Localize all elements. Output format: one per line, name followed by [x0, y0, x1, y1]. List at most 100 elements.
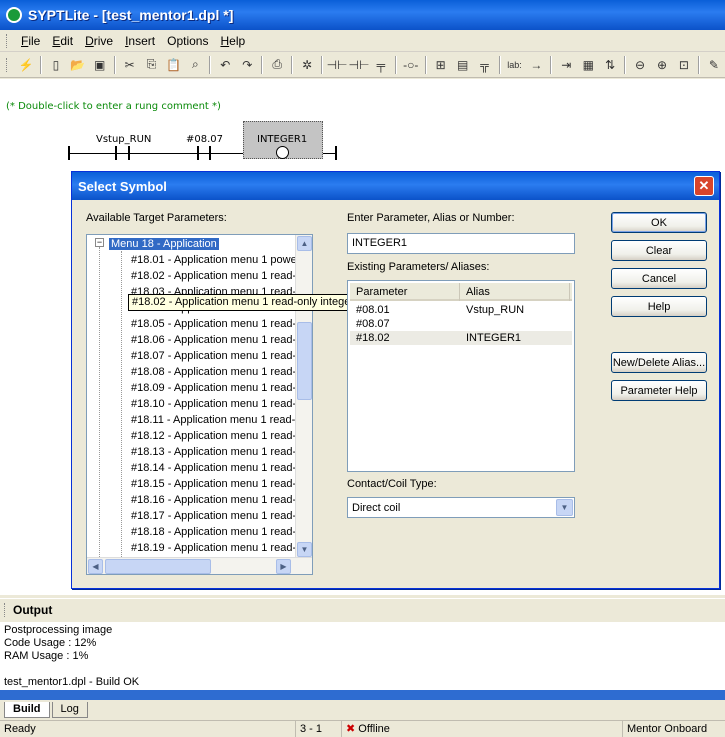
new-file-icon[interactable]: ▯ [45, 54, 67, 76]
scroll-up-icon[interactable]: ▲ [297, 236, 312, 251]
existing-params-list[interactable]: Parameter Alias #08.01 Vstup_RUN #08.07 … [347, 280, 575, 472]
menu-help[interactable]: Help [214, 32, 251, 50]
print-icon[interactable]: ⎙ [266, 54, 288, 76]
paste-icon[interactable]: 📋 [163, 54, 185, 76]
menu-options[interactable]: Options [161, 32, 214, 50]
tree-item[interactable]: #18.01 - Application menu 1 powe [131, 252, 297, 268]
output-grip[interactable] [4, 602, 7, 617]
cut-icon[interactable]: ✂ [119, 54, 141, 76]
save-icon[interactable]: ▣ [89, 54, 111, 76]
tree-item[interactable]: #18.14 - Application menu 1 read-\ [131, 460, 299, 476]
output-line: test_mentor1.dpl - Build OK [4, 676, 140, 688]
download-icon[interactable]: ⇥ [555, 54, 577, 76]
open-folder-icon[interactable]: 📂 [67, 54, 89, 76]
list-row[interactable]: #18.02 INTEGER1 [350, 331, 572, 345]
menu-file[interactable]: File [15, 32, 46, 50]
list-row[interactable]: #08.01 Vstup_RUN [350, 303, 572, 317]
new-delete-alias-button[interactable]: New/Delete Alias... [611, 352, 707, 373]
output-tabs: Build Log [0, 700, 725, 718]
parameter-help-button[interactable]: Parameter Help [611, 380, 707, 401]
coil-label[interactable]: INTEGER1 [257, 134, 307, 145]
rung-comment[interactable]: (* Double-click to enter a rung comment … [6, 101, 221, 112]
tree-vertical-scrollbar[interactable]: ▲ ▼ [295, 235, 312, 559]
menu-bar: File Edit Drive Insert Options Help [0, 30, 725, 52]
close-icon[interactable]: ✕ [694, 176, 714, 196]
tree-item[interactable]: #18.10 - Application menu 1 read-c [131, 396, 302, 412]
zoom-out-icon[interactable]: ⊖ [629, 54, 651, 76]
list-row[interactable]: #08.07 [350, 317, 572, 331]
undo-icon[interactable]: ↶ [214, 54, 236, 76]
parameter-input[interactable]: INTEGER1 [347, 233, 575, 254]
parallel-contact-icon[interactable]: ⊣⊢ [348, 54, 370, 76]
function-block-icon[interactable]: ▤ [452, 54, 474, 76]
tree-item[interactable]: #18.18 - Application menu 1 read-\ [131, 524, 299, 540]
tab-build[interactable]: Build [4, 702, 50, 718]
menu-drive[interactable]: Drive [79, 32, 119, 50]
collapse-icon[interactable]: − [95, 238, 104, 247]
tree-item[interactable]: #18.09 - Application menu 1 read-c [131, 380, 302, 396]
coil-icon[interactable]: -○- [400, 54, 422, 76]
tree-item[interactable]: #18.15 - Application menu 1 read-\ [131, 476, 299, 492]
tree-item[interactable]: #18.07 - Application menu 1 read-c [131, 348, 302, 364]
tree-item[interactable]: #18.11 - Application menu 1 read-\ [131, 412, 298, 428]
contact2-label[interactable]: #08.07 [186, 134, 223, 145]
output-log[interactable]: Postprocessing image Code Usage : 12% RA… [0, 622, 725, 690]
parameter-tree[interactable]: − Menu 18 - Application #18.01 - Applica… [86, 234, 313, 575]
tree-item[interactable]: #18.06 - Application menu 1 read-c [131, 332, 302, 348]
contact-type-value: Direct coil [352, 502, 401, 514]
scroll-thumb[interactable] [105, 559, 211, 574]
clear-button[interactable]: Clear [611, 240, 707, 261]
zoom-in-icon[interactable]: ⊕ [651, 54, 673, 76]
monitor-icon[interactable]: ⇅ [599, 54, 621, 76]
row-parameter: #18.02 [356, 332, 390, 344]
redo-icon[interactable]: ↷ [236, 54, 258, 76]
copy-icon[interactable]: ⎘ [141, 54, 163, 76]
zoom-fit-icon[interactable]: ⊡ [673, 54, 695, 76]
tab-log[interactable]: Log [51, 702, 88, 718]
label-icon[interactable]: lab: [504, 54, 526, 76]
build-icon[interactable]: ⚡ [15, 54, 37, 76]
scroll-thumb[interactable] [297, 322, 312, 400]
list-header: Parameter Alias [350, 283, 572, 301]
dialog-title-bar[interactable]: Select Symbol ✕ [72, 172, 719, 200]
tree-item[interactable]: #18.17 - Application menu 1 read-\ [131, 508, 299, 524]
menu-edit[interactable]: Edit [46, 32, 79, 50]
toolbar-grip[interactable] [6, 57, 9, 72]
contact-type-select[interactable]: Direct coil ▼ [347, 497, 575, 518]
contact1-label[interactable]: Vstup_RUN [96, 134, 151, 145]
tree-item[interactable]: #18.16 - Application menu 1 read-\ [131, 492, 299, 508]
tools-icon[interactable]: ✲ [296, 54, 318, 76]
contact-icon[interactable]: ⊣⊢ [326, 54, 348, 76]
tree-item[interactable]: #18.19 - Application menu 1 read-\ [131, 540, 299, 556]
toolbar-separator [624, 55, 627, 74]
column-parameter[interactable]: Parameter [350, 283, 460, 301]
scroll-left-icon[interactable]: ◀ [88, 559, 103, 574]
column-alias[interactable]: Alias [460, 283, 570, 301]
scroll-down-icon[interactable]: ▼ [297, 542, 312, 557]
tree-horizontal-scrollbar[interactable]: ◀ ▶ [87, 557, 312, 574]
ok-button[interactable]: OK [611, 212, 707, 233]
chevron-down-icon[interactable]: ▼ [556, 499, 573, 516]
parallel-coil-icon[interactable]: ⊞ [430, 54, 452, 76]
branch-down-icon[interactable]: ╦ [474, 54, 496, 76]
cancel-button[interactable]: Cancel [611, 268, 707, 289]
output-pane: Output Postprocessing image Code Usage :… [0, 598, 725, 720]
menu-grip[interactable] [6, 33, 9, 48]
tree-item[interactable]: #18.13 - Application menu 1 read-\ [131, 444, 299, 460]
tree-item[interactable]: #18.12 - Application menu 1 read-\ [131, 428, 299, 444]
pencil-icon[interactable]: ✎ [703, 54, 725, 76]
find-icon[interactable]: ⌕ [184, 54, 206, 76]
help-button[interactable]: Help [611, 296, 707, 317]
menu-insert[interactable]: Insert [119, 32, 161, 50]
jump-icon[interactable]: → [525, 54, 547, 76]
tree-item[interactable]: #18.02 - Application menu 1 read-only in… [131, 268, 312, 284]
table-icon[interactable]: ▦ [577, 54, 599, 76]
tree-root-menu-18[interactable]: Menu 18 - Application [109, 236, 219, 252]
branch-icon[interactable]: ╤ [370, 54, 392, 76]
tree-item[interactable]: #18.05 - Application menu 1 read-c [131, 316, 302, 332]
coil-icon[interactable] [276, 146, 289, 159]
tree-item[interactable]: #18.08 - Application menu 1 read-c [131, 364, 302, 380]
scroll-right-icon[interactable]: ▶ [276, 559, 291, 574]
toolbar-separator [550, 55, 553, 74]
title-bar: SYPTLite - [test_mentor1.dpl *] [0, 0, 725, 30]
